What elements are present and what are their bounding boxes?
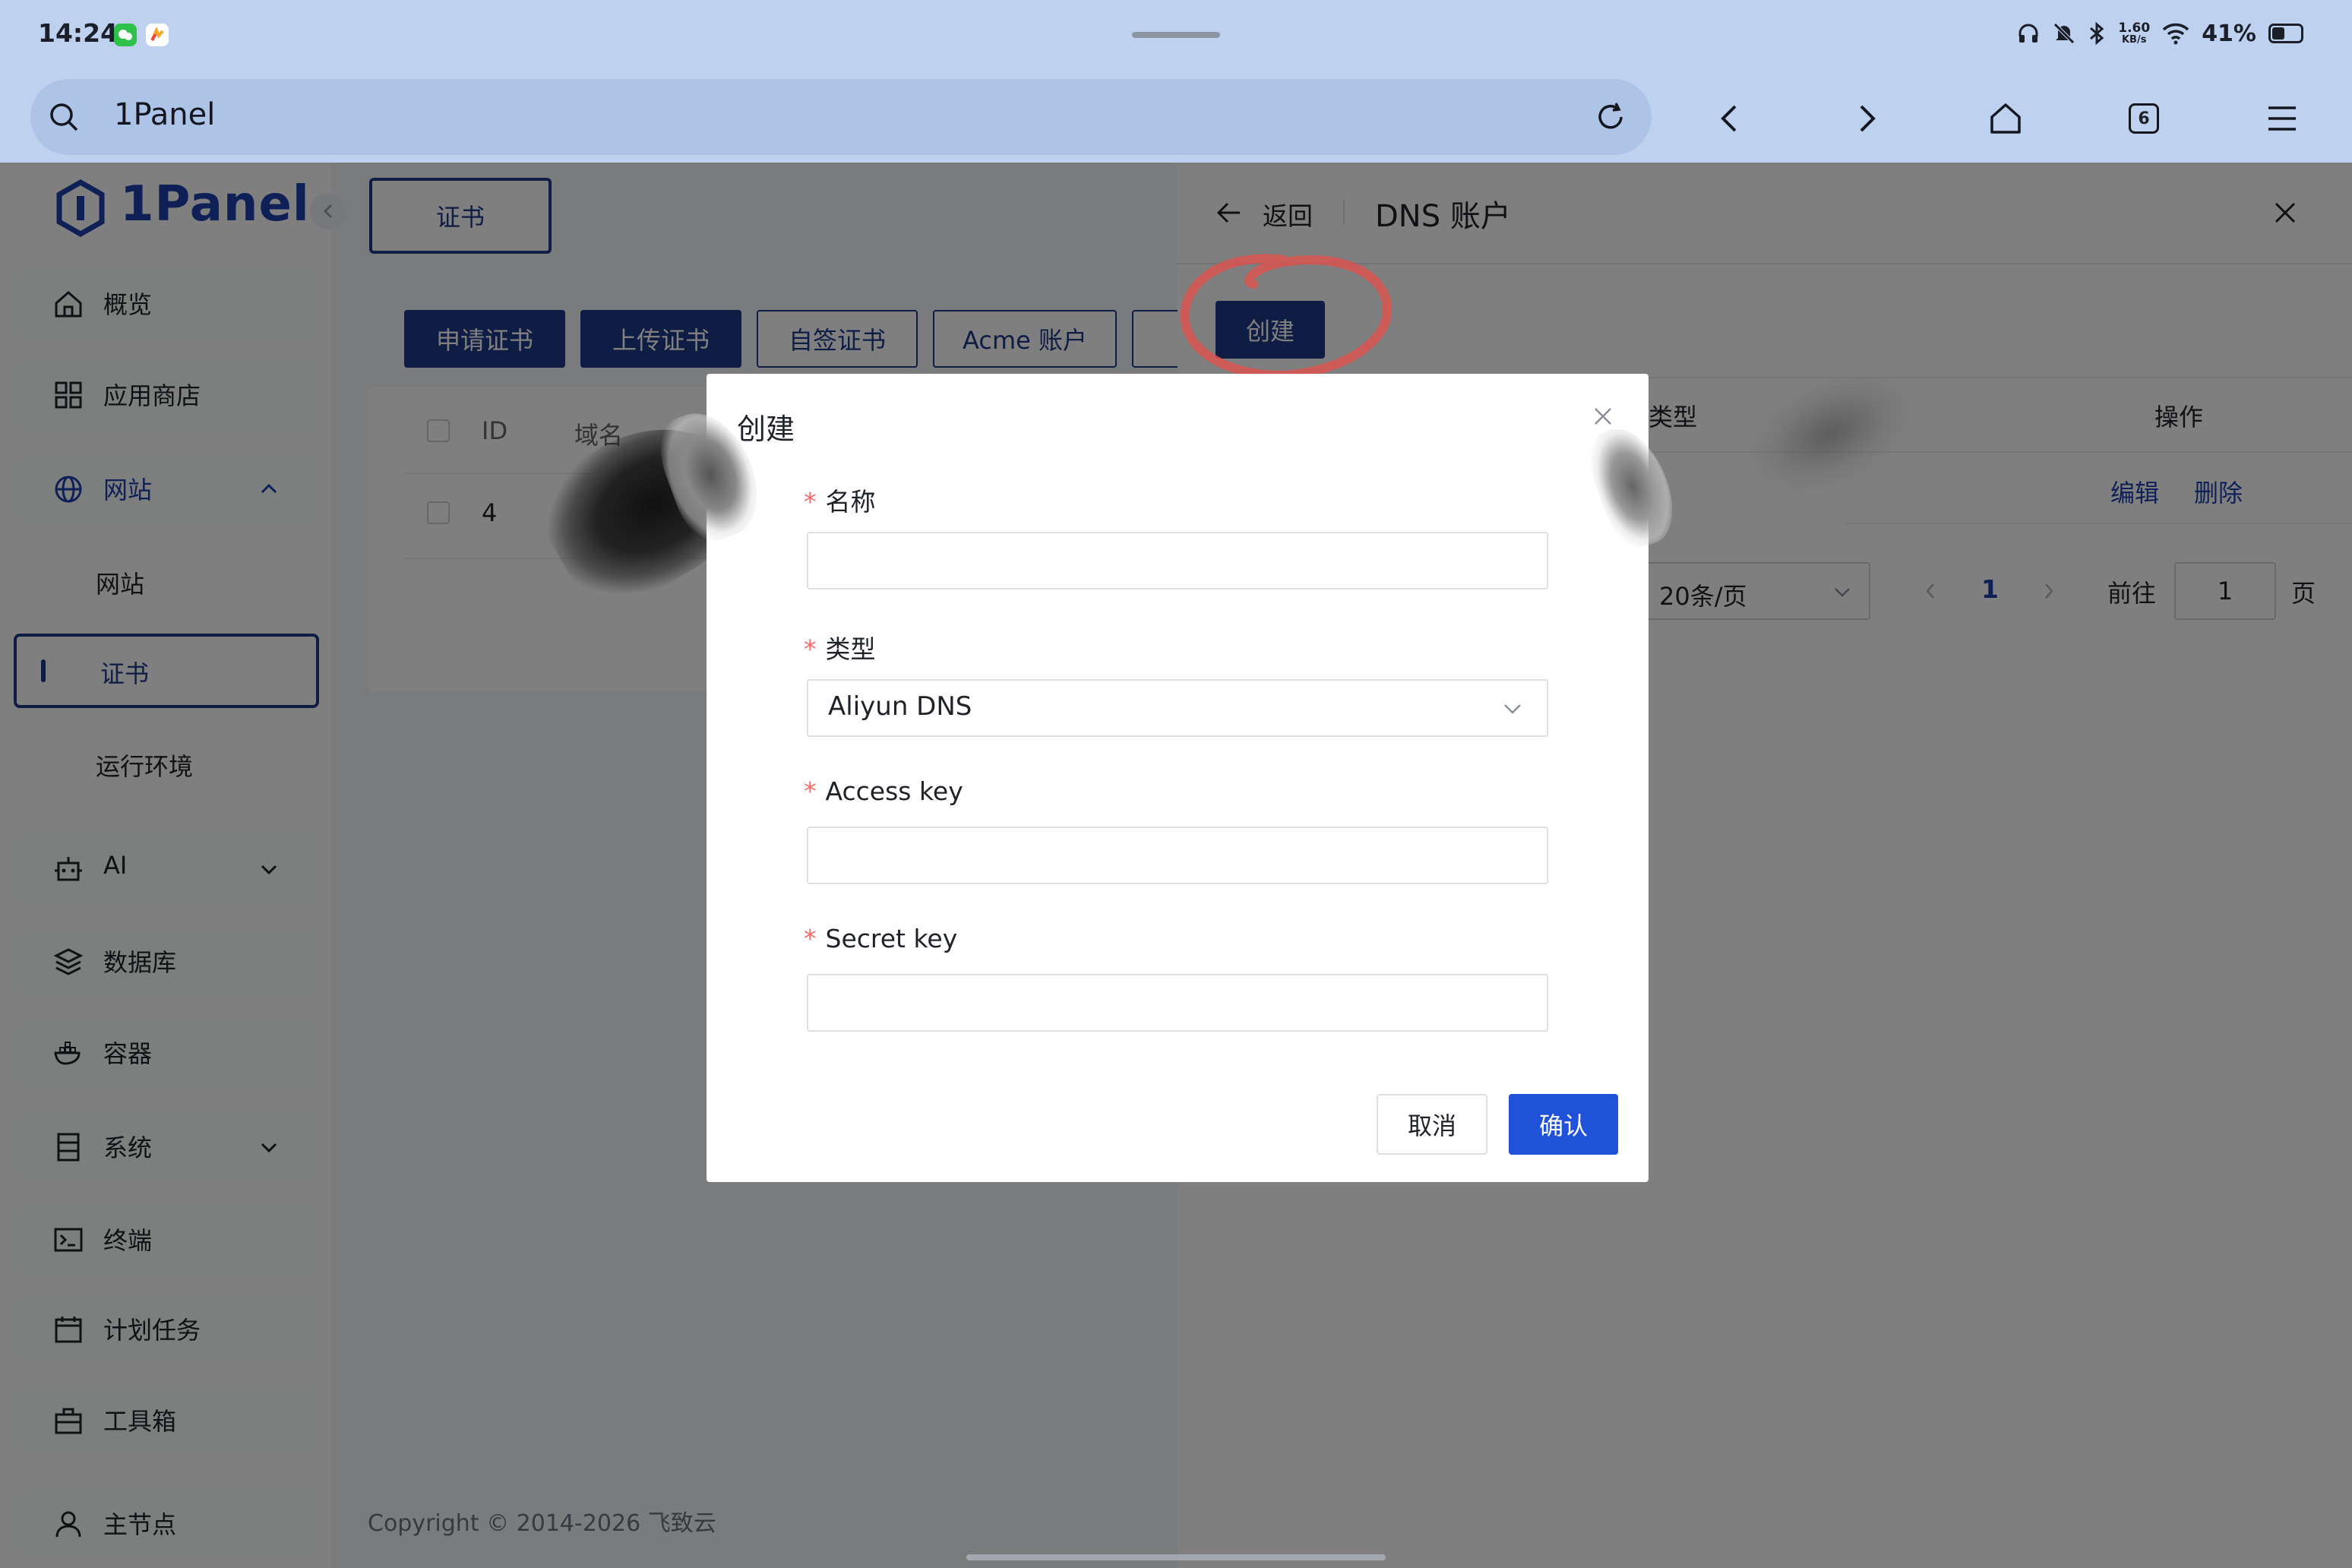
type-label: * 类型 (804, 629, 876, 665)
menu-icon (2268, 106, 2296, 131)
access-key-label-text: Access key (825, 776, 963, 806)
cancel-button[interactable]: 取消 (1377, 1094, 1487, 1155)
wifi-icon (2162, 23, 2189, 45)
secret-key-input[interactable] (807, 974, 1548, 1032)
mute-icon (2053, 23, 2075, 44)
address-bar[interactable] (30, 79, 1652, 155)
type-select-value: Aliyun DNS (828, 691, 972, 722)
type-label-text: 类型 (825, 634, 876, 664)
back-button[interactable] (1699, 88, 1759, 149)
forward-button[interactable] (1837, 88, 1898, 149)
home-indicator[interactable] (966, 1554, 1386, 1560)
bluetooth-icon (2090, 21, 2104, 46)
reload-icon[interactable] (1594, 100, 1627, 134)
menu-button[interactable] (2252, 88, 2312, 149)
tabs-icon: 6 (2129, 103, 2159, 134)
secret-key-label-text: Secret key (825, 924, 958, 953)
forward-icon (1860, 105, 1876, 132)
app-badge-icon (146, 24, 169, 46)
confirm-button[interactable]: 确认 (1509, 1094, 1618, 1155)
tabs-button[interactable]: 6 (2113, 88, 2174, 149)
address-text[interactable]: 1Panel (114, 97, 215, 132)
status-time: 14:24 (38, 18, 119, 48)
wechat-icon (114, 24, 137, 46)
net-speed-unit: KB/s (2121, 34, 2147, 46)
access-key-input[interactable] (807, 827, 1548, 884)
search-icon (50, 103, 78, 131)
headphones-icon (2018, 24, 2038, 43)
secret-key-label: * Secret key (804, 924, 957, 953)
battery-icon (2268, 24, 2303, 43)
dialog-title: 创建 (737, 413, 795, 446)
required-marker: * (804, 634, 817, 664)
dialog-close-icon[interactable] (1589, 403, 1617, 430)
home-button[interactable] (1975, 88, 2036, 149)
required-marker: * (804, 487, 817, 517)
name-label: * 名称 (804, 482, 876, 518)
status-icons: 1.60 KB/s 41% (2016, 18, 2303, 49)
battery-percent: 41% (2202, 20, 2256, 47)
back-icon (1721, 105, 1737, 132)
chevron-down-icon (1504, 704, 1521, 714)
access-key-label: * Access key (804, 776, 963, 806)
window-grabber[interactable] (1132, 32, 1220, 38)
home-icon (1990, 103, 2021, 134)
annotation-circle (1180, 254, 1393, 380)
net-speed-value: 1.60 (2118, 21, 2151, 36)
name-label-text: 名称 (825, 487, 876, 517)
required-marker: * (804, 776, 817, 806)
name-input[interactable] (807, 532, 1548, 590)
required-marker: * (804, 924, 817, 953)
network-speed: 1.60 KB/s (2118, 21, 2151, 46)
